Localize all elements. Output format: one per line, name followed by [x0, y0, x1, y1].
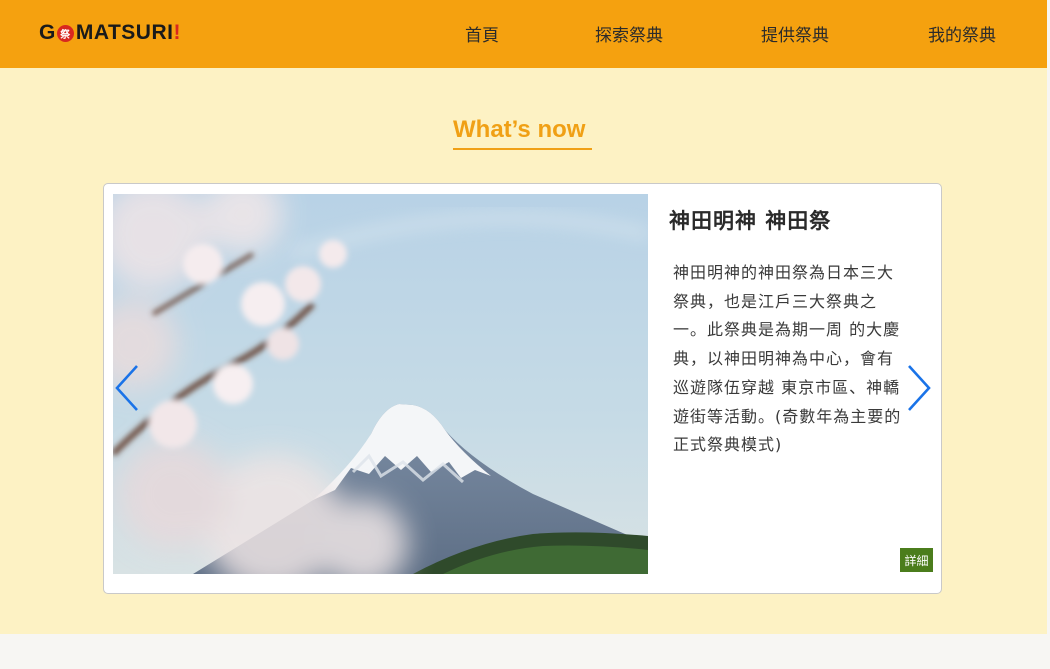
- brand-name: MATSURI: [75, 21, 174, 44]
- brand-logo[interactable]: G 祭 MATSURI !: [39, 20, 181, 46]
- festival-description: 神田明神的神田祭為日本三大 祭典，也是江戶三大祭典之一。此祭典是為期一周 的大慶…: [673, 263, 902, 455]
- nav-provide-link[interactable]: 提供祭典: [761, 21, 829, 46]
- nav-mine-link[interactable]: 我的祭典: [928, 21, 996, 46]
- festival-photo: [113, 194, 648, 574]
- detail-button[interactable]: 詳細: [900, 548, 933, 572]
- nav-explore-link[interactable]: 探索祭典: [595, 21, 663, 46]
- section-title: What’s now: [453, 116, 586, 143]
- festival-title: 神田明神 神田祭: [669, 209, 832, 233]
- chevron-left-icon: [115, 365, 138, 411]
- nav-home-link[interactable]: 首頁: [465, 21, 499, 46]
- festival-badge-icon: 祭: [56, 24, 74, 42]
- carousel-prev-button[interactable]: [113, 363, 143, 413]
- brand-prefix: G: [39, 21, 56, 44]
- top-navbar: G 祭 MATSURI ! 首頁 探索祭典 提供祭典 我的祭典: [0, 0, 1047, 68]
- brand-exclamation: !: [173, 21, 181, 44]
- chevron-right-icon: [908, 365, 931, 411]
- footer-strip: [0, 634, 1050, 669]
- section-title-underline: [453, 148, 592, 150]
- carousel-next-button[interactable]: [903, 363, 933, 413]
